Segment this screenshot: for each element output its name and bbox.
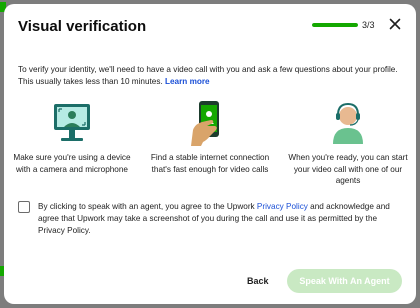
verification-modal: Visual verification 3/3 To verify your i… — [4, 4, 416, 304]
feature-connection: Find a stable internet connection that's… — [148, 100, 272, 175]
feature-caption: When you're ready, you can start your vi… — [288, 153, 408, 185]
consent-checkbox[interactable] — [18, 201, 30, 213]
progress-fill — [312, 23, 358, 27]
phone-in-hand-icon — [191, 101, 219, 146]
feature-caption: Make sure you're using a device with a c… — [13, 153, 131, 174]
speak-with-agent-button[interactable]: Speak With An Agent — [287, 269, 402, 293]
intro-text: To verify your identity, we'll need to h… — [18, 64, 398, 88]
back-button[interactable]: Back — [247, 276, 269, 286]
consent-text: By clicking to speak with an agent, you … — [38, 201, 393, 237]
step-indicator: 3/3 — [362, 20, 375, 30]
feature-agent: When you're ready, you can start your vi… — [286, 100, 410, 187]
learn-more-link[interactable]: Learn more — [165, 77, 210, 86]
modal-title: Visual verification — [18, 18, 147, 35]
computer-video-call-icon — [54, 104, 90, 141]
close-button[interactable] — [387, 16, 403, 32]
agent-headset-icon — [333, 102, 363, 144]
feature-caption: Find a stable internet connection that's… — [150, 153, 270, 174]
feature-device: Make sure you're using a device with a c… — [10, 100, 134, 175]
close-icon — [389, 18, 401, 30]
progress-bar — [312, 23, 358, 27]
consent-text-before: By clicking to speak with an agent, you … — [38, 202, 257, 211]
privacy-policy-link[interactable]: Privacy Policy — [257, 202, 308, 211]
